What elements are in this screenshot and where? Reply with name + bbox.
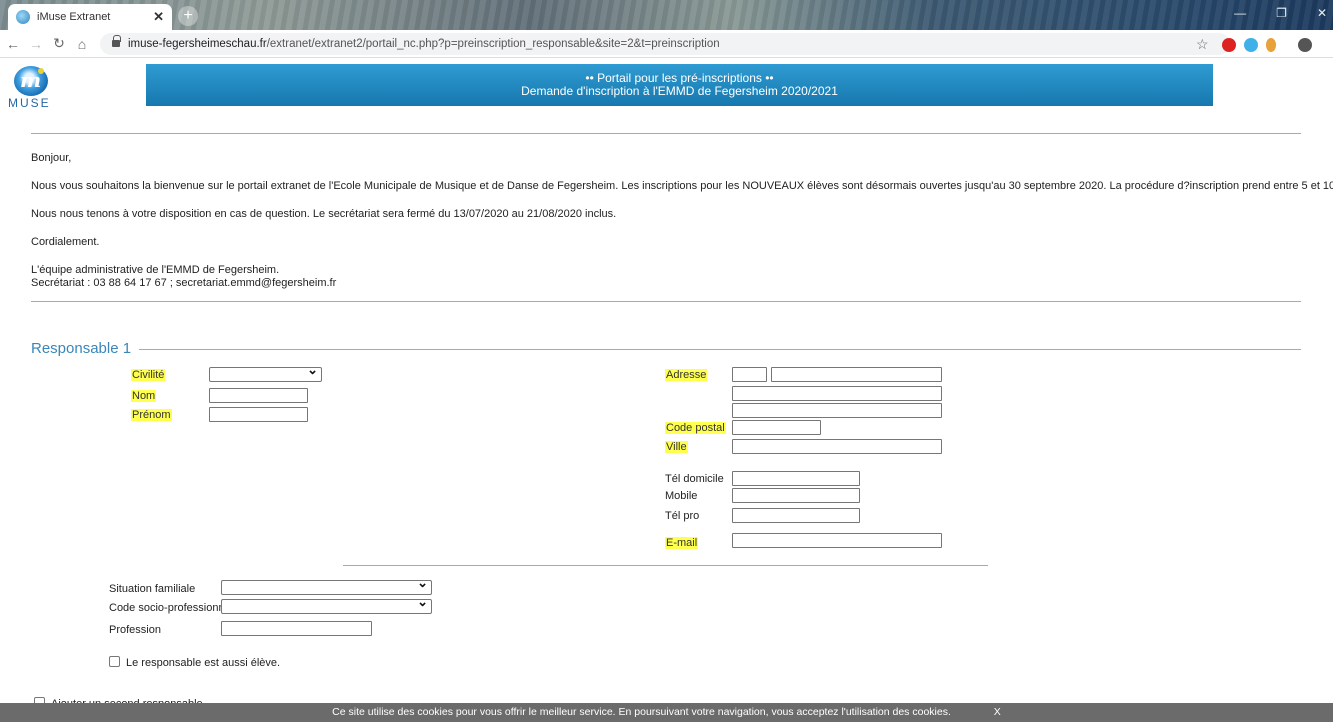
- closing: Cordialement.: [31, 236, 100, 248]
- tel-pro-label: Tél pro: [665, 510, 700, 522]
- intro-paragraph-1: Nous vous souhaitons la bienvenue sur le…: [31, 180, 1333, 192]
- profession-input[interactable]: [221, 621, 372, 636]
- url-host: imuse-fegersheimeschau.fr: [128, 38, 267, 50]
- nom-label-text: Nom: [131, 390, 157, 402]
- code-postal-label: Code postal: [665, 422, 726, 434]
- minimize-icon[interactable]: —: [1234, 6, 1246, 20]
- bookmark-star-icon[interactable]: ☆: [1196, 36, 1209, 53]
- address-bar[interactable]: imuse-fegersheimeschau.fr/extranet/extra…: [100, 33, 1230, 55]
- tab-title: iMuse Extranet: [37, 11, 111, 23]
- back-icon[interactable]: ←: [3, 36, 23, 52]
- divider-inner: [343, 565, 988, 566]
- signature-line-2: Secrétariat : 03 88 64 17 67 ; secretari…: [31, 277, 337, 289]
- aussi-eleve-checkbox[interactable]: [109, 656, 120, 667]
- banner-line-2: Demande d'inscription à l'EMMD de Fegers…: [521, 84, 838, 98]
- civilite-select[interactable]: [209, 362, 322, 382]
- civilite-label-text: Civilité: [131, 369, 166, 381]
- maximize-icon[interactable]: ❐: [1276, 6, 1287, 20]
- tel-pro-input[interactable]: [732, 508, 860, 523]
- logo-dot: [38, 68, 44, 74]
- pen-extension-icon[interactable]: [1266, 38, 1276, 52]
- nom-input[interactable]: [209, 388, 308, 403]
- browser-tab[interactable]: iMuse Extranet ✕: [8, 4, 172, 30]
- prenom-label-text: Prénom: [131, 409, 172, 421]
- aussi-eleve-label: Le responsable est aussi élève.: [126, 657, 281, 669]
- logo-text: MUSE: [8, 96, 51, 110]
- divider-top: [31, 133, 1301, 134]
- adresse-label: Adresse: [665, 369, 708, 381]
- ville-label: Ville: [665, 441, 688, 453]
- divider-intro: [31, 301, 1301, 302]
- section-title-responsable-1: Responsable 1: [31, 340, 140, 357]
- portal-banner: •• Portail pour les pré-inscriptions •• …: [146, 64, 1213, 106]
- signature-line-1: L'équipe administrative de l'EMMD de Feg…: [31, 264, 280, 276]
- browser-tabstrip: iMuse Extranet ✕ + — ❐ ✕: [0, 0, 1333, 30]
- imuse-logo: m MUSE: [8, 66, 68, 110]
- window-controls: — ❐ ✕: [1234, 6, 1327, 20]
- csp-label: Code socio-professionnel: [109, 602, 234, 614]
- profile-avatar-icon[interactable]: [1298, 38, 1312, 52]
- mobile-label: Mobile: [665, 490, 698, 502]
- cookie-banner: Ce site utilise des cookies pour vous of…: [0, 703, 1333, 722]
- code-postal-input[interactable]: [732, 420, 821, 435]
- ville-label-text: Ville: [665, 441, 688, 453]
- email-label: E-mail: [665, 537, 699, 549]
- home-icon[interactable]: ⌂: [72, 36, 92, 52]
- section-rule: [31, 349, 1301, 350]
- tel-domicile-label: Tél domicile: [665, 473, 724, 485]
- browser-toolbar: ← → ↻ ⌂ imuse-fegersheimeschau.fr/extran…: [0, 30, 1333, 58]
- cloud-extension-icon[interactable]: [1244, 38, 1258, 52]
- forward-icon[interactable]: →: [26, 36, 46, 52]
- adresse-label-text: Adresse: [665, 369, 708, 381]
- intro-paragraph-2: Nous nous tenons à votre disposition en …: [31, 208, 617, 220]
- adresse-ligne-3-input[interactable]: [732, 403, 942, 418]
- prenom-label: Prénom: [131, 409, 172, 421]
- code-postal-label-text: Code postal: [665, 422, 726, 434]
- close-tab-icon[interactable]: ✕: [153, 9, 164, 25]
- cookie-message: Ce site utilise des cookies pour vous of…: [332, 706, 951, 718]
- adresse-rue-input[interactable]: [771, 367, 942, 382]
- new-tab-button[interactable]: +: [178, 6, 198, 26]
- situation-familiale-select[interactable]: [221, 575, 432, 595]
- adresse-numero-input[interactable]: [732, 367, 767, 382]
- greeting: Bonjour,: [31, 152, 72, 164]
- tel-domicile-input[interactable]: [732, 471, 860, 486]
- email-input[interactable]: [732, 533, 942, 548]
- nom-label: Nom: [131, 390, 157, 402]
- csp-select[interactable]: [221, 594, 432, 614]
- ville-input[interactable]: [732, 439, 942, 454]
- url-path: /extranet/extranet2/portail_nc.php?p=pre…: [266, 38, 720, 50]
- adresse-ligne-2-input[interactable]: [732, 386, 942, 401]
- profession-label: Profession: [109, 624, 161, 636]
- reload-icon[interactable]: ↻: [49, 35, 69, 52]
- close-window-icon[interactable]: ✕: [1317, 6, 1327, 20]
- lock-icon: [112, 35, 121, 48]
- mobile-input[interactable]: [732, 488, 860, 503]
- prenom-input[interactable]: [209, 407, 308, 422]
- email-label-text: E-mail: [665, 537, 699, 549]
- cookie-close-button[interactable]: X: [994, 706, 1001, 718]
- civilite-label: Civilité: [131, 369, 166, 381]
- site-favicon-icon: [16, 10, 30, 24]
- adblock-extension-icon[interactable]: [1222, 38, 1236, 52]
- situation-familiale-label: Situation familiale: [109, 583, 196, 595]
